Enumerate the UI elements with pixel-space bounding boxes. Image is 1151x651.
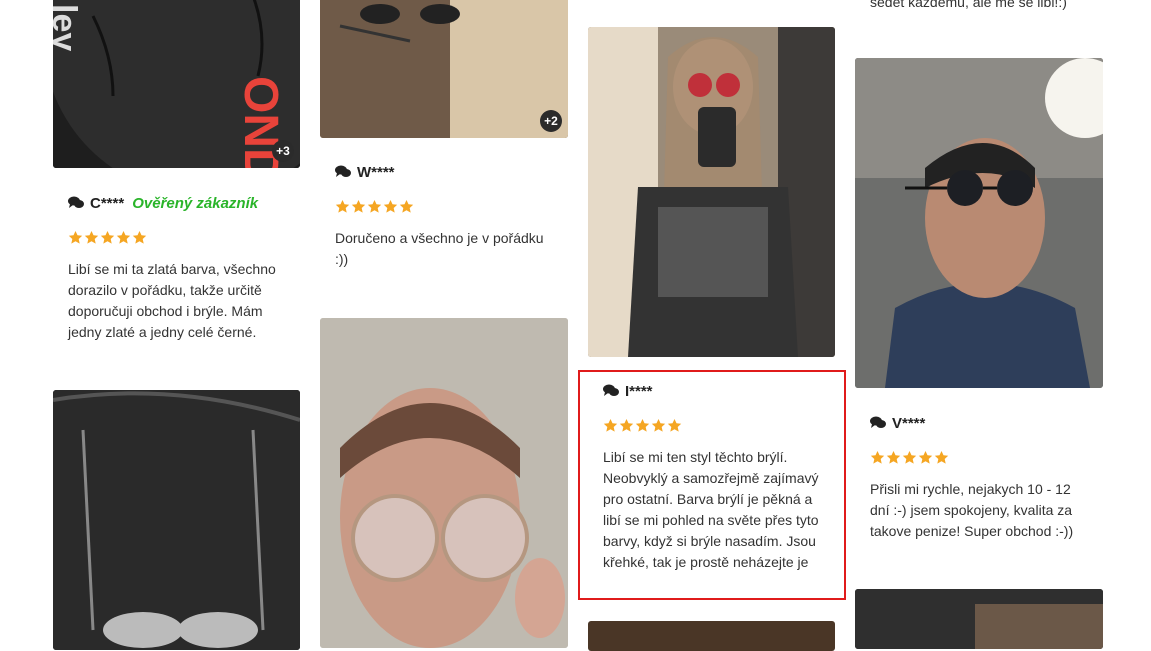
review-card-v: V**** Přisli mi rychle, nejakych 10 - 12… — [870, 414, 1100, 542]
review-author: C**** Ověřený zákazník — [68, 194, 298, 212]
woman-selfie-photo — [320, 318, 568, 648]
star-icon — [68, 230, 83, 244]
star-icon — [886, 450, 901, 464]
star-icon — [351, 199, 366, 213]
review-card-w: W**** Doručeno a všechno je v pořádku :)… — [335, 163, 565, 270]
star-icon — [918, 450, 933, 464]
star-icon — [651, 418, 666, 432]
star-icon — [934, 450, 949, 464]
rating-stars — [870, 450, 1100, 465]
star-icon — [383, 199, 398, 213]
review-photo-next-2[interactable] — [855, 589, 1103, 649]
review-text: Doručeno a všechno je v pořádku :)) — [335, 230, 544, 267]
author-name: V**** — [892, 414, 926, 432]
author-name: I**** — [625, 382, 653, 400]
review-photo-i[interactable] — [588, 27, 835, 357]
review-photo-w[interactable]: +2 — [320, 0, 568, 138]
mirror-selfie-photo — [588, 27, 835, 357]
star-icon — [84, 230, 99, 244]
review-photo-next[interactable] — [588, 621, 835, 651]
review-author: W**** — [335, 163, 565, 181]
star-icon — [902, 450, 917, 464]
review-text: Libí se mi ten styl těchto brýlí. Neobvy… — [603, 449, 819, 570]
previous-review-text-fragment: sedet kazdemu, ale me se libi!:) — [870, 0, 1067, 10]
rating-stars — [335, 199, 565, 214]
star-icon — [335, 199, 350, 213]
star-icon — [619, 418, 634, 432]
review-photo-woman[interactable] — [320, 318, 568, 648]
rating-stars — [603, 418, 833, 433]
review-photo-v[interactable] — [855, 58, 1103, 388]
star-icon — [667, 418, 682, 432]
review-photo-c[interactable]: OND ley +3 — [53, 0, 300, 168]
comments-icon — [335, 165, 351, 177]
photo-count-badge[interactable]: +2 — [540, 110, 562, 132]
svg-text:ley: ley — [53, 4, 83, 51]
glasses-on-carpet-photo — [320, 0, 568, 138]
review-text: Přisli mi rychle, nejakych 10 - 12 dní :… — [870, 481, 1074, 539]
glasses-product-photo — [53, 390, 300, 650]
star-icon — [116, 230, 131, 244]
verified-badge: Ověřený zákazník — [132, 194, 259, 212]
comments-icon — [870, 416, 886, 428]
review-author: V**** — [870, 414, 1100, 432]
review-card-c: C**** Ověřený zákazník Libí se mi ta zla… — [68, 194, 298, 343]
star-icon — [100, 230, 115, 244]
man-sunglasses-photo — [855, 58, 1103, 388]
star-icon — [603, 418, 618, 432]
review-text: Libí se mi ta zlatá barva, všechno doraz… — [68, 261, 276, 340]
review-photo-glasses[interactable] — [53, 390, 300, 650]
review-author: I**** — [603, 382, 833, 400]
comments-icon — [603, 384, 619, 396]
star-icon — [132, 230, 147, 244]
author-name: C**** — [90, 194, 125, 212]
star-icon — [870, 450, 885, 464]
rating-stars — [68, 230, 298, 245]
author-name: W**** — [357, 163, 395, 181]
review-card-i: I**** Libí se mi ten styl těchto brýlí. … — [603, 382, 833, 573]
product-photo — [855, 589, 1103, 649]
star-icon — [635, 418, 650, 432]
star-icon — [399, 199, 414, 213]
photo-count-badge[interactable]: +3 — [272, 140, 294, 162]
comments-icon — [68, 196, 84, 208]
sunglasses-product-photo: OND ley — [53, 0, 300, 168]
star-icon — [367, 199, 382, 213]
